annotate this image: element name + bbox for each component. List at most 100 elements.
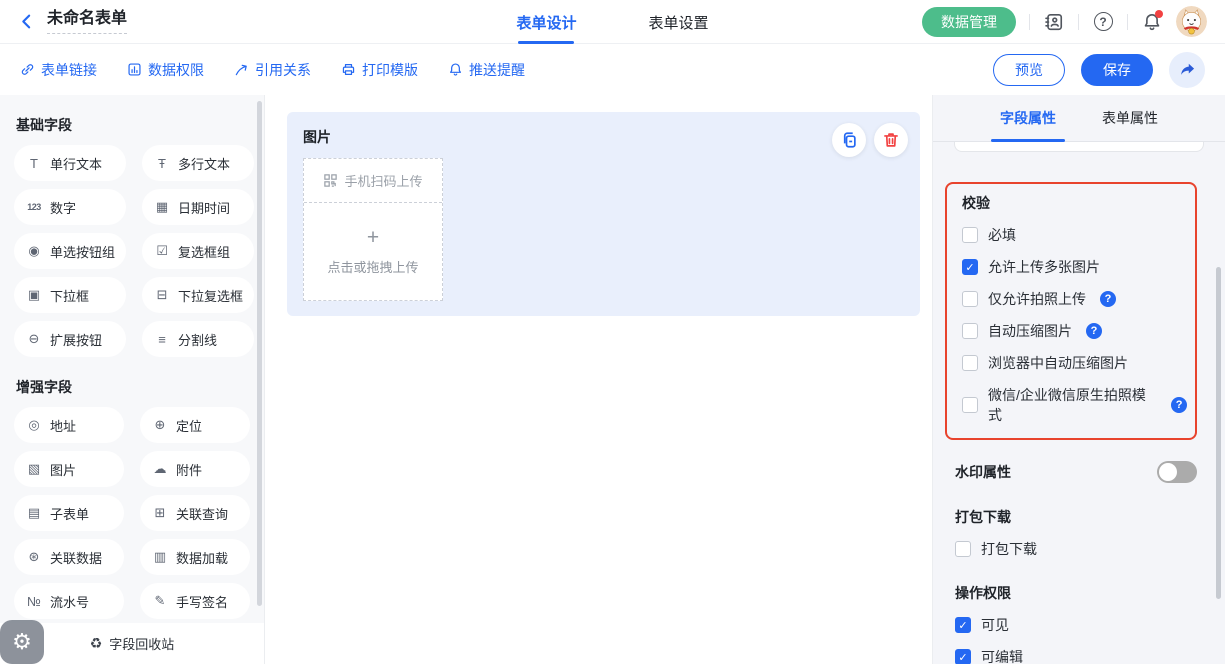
field-related-data[interactable]: ⊛关联数据 <box>14 539 124 575</box>
field-data-load[interactable]: ▥数据加载 <box>140 539 250 575</box>
checkbox-auto-compress-image[interactable]: ✓ 自动压缩图片 ? <box>962 321 1187 341</box>
tab-form-properties[interactable]: 表单属性 <box>1102 95 1158 141</box>
scrolled-input-remnant[interactable] <box>954 142 1204 152</box>
checkbox-box[interactable]: ✓ <box>962 291 978 307</box>
panel-scrollbar[interactable] <box>1216 267 1221 599</box>
field-single-line-text[interactable]: T单行文本 <box>14 145 126 181</box>
field-related-query[interactable]: ⊞关联查询 <box>140 495 250 531</box>
field-signature[interactable]: ✎手写签名 <box>140 583 250 619</box>
checkbox-box[interactable]: ✓ <box>955 541 971 557</box>
checkbox-group-icon: ☑ <box>153 243 171 259</box>
toolbar-item-data-permission[interactable]: 数据权限 <box>127 60 204 80</box>
field-checkbox-group[interactable]: ☑复选框组 <box>142 233 254 269</box>
back-icon[interactable] <box>18 13 35 30</box>
validation-section-highlight: 校验 ✓ 必填 ✓ 允许上传多张图片 ✓ 仅允许拍照上传 ? ✓ 自动压缩图片 <box>945 182 1197 440</box>
bell-icon <box>448 62 463 77</box>
checkbox-allow-multiple-images[interactable]: ✓ 允许上传多张图片 <box>962 257 1187 277</box>
watermark-section: 水印属性 <box>955 461 1197 483</box>
image-upload-widget: 手机扫码上传 + 点击或拖拽上传 <box>303 158 443 301</box>
qr-code-icon <box>323 173 338 188</box>
related-data-icon: ⊛ <box>25 549 43 565</box>
radio-group-icon: ◉ <box>25 243 43 259</box>
checkbox-package-download[interactable]: ✓ 打包下载 <box>955 539 1197 559</box>
help-icon[interactable]: ? <box>1100 291 1116 307</box>
help-icon[interactable]: ? <box>1092 11 1114 33</box>
field-divider-line[interactable]: ≡分割线 <box>142 321 254 357</box>
field-subform[interactable]: ▤子表单 <box>14 495 124 531</box>
watermark-section-title: 水印属性 <box>955 462 1011 482</box>
form-designer-app: 未命名表单 表单设计 表单设置 数据管理 ? <box>0 0 1225 664</box>
location-icon: ⊕ <box>151 417 169 433</box>
trash-icon <box>882 131 900 149</box>
serial-number-icon: № <box>25 594 43 609</box>
toolbar-item-print-template[interactable]: 打印模版 <box>341 60 418 80</box>
watermark-toggle[interactable] <box>1157 461 1197 483</box>
recycle-icon: ♻ <box>90 635 103 652</box>
help-icon[interactable]: ? <box>1171 397 1187 413</box>
toolbar-item-push-reminder[interactable]: 推送提醒 <box>448 60 525 80</box>
field-dropdown[interactable]: ▣下拉框 <box>14 277 126 313</box>
attachment-icon: ☁ <box>151 461 169 477</box>
checkbox-box[interactable]: ✓ <box>955 617 971 633</box>
checkbox-box[interactable]: ✓ <box>962 355 978 371</box>
tab-form-settings[interactable]: 表单设置 <box>649 0 709 44</box>
field-serial-number[interactable]: №流水号 <box>14 583 124 619</box>
tab-field-properties[interactable]: 字段属性 <box>1000 95 1056 141</box>
toolbar-item-form-link[interactable]: 表单链接 <box>20 60 97 80</box>
help-icon[interactable]: ? <box>1086 323 1102 339</box>
toolbar-item-reference-relation[interactable]: 引用关系 <box>234 60 311 80</box>
copy-field-button[interactable] <box>832 123 866 157</box>
data-manage-button[interactable]: 数据管理 <box>922 7 1016 37</box>
field-location[interactable]: ⊕定位 <box>140 407 250 443</box>
field-multi-dropdown[interactable]: ⊟下拉复选框 <box>142 277 254 313</box>
field-expand-button[interactable]: ⊖扩展按钮 <box>14 321 126 357</box>
top-header: 未命名表单 表单设计 表单设置 数据管理 ? <box>0 0 1225 44</box>
multi-dropdown-icon: ⊟ <box>153 287 171 303</box>
form-title[interactable]: 未命名表单 <box>47 9 127 33</box>
expand-button-icon: ⊖ <box>25 331 43 347</box>
checkbox-editable[interactable]: ✓ 可编辑 <box>955 647 1197 664</box>
checkbox-box[interactable]: ✓ <box>962 259 978 275</box>
notification-dot <box>1155 10 1163 18</box>
share-button[interactable] <box>1169 52 1205 88</box>
address-icon: ◎ <box>25 417 43 433</box>
form-canvas[interactable]: 图片 <box>265 95 932 664</box>
field-address[interactable]: ◎地址 <box>14 407 124 443</box>
click-or-drag-upload-area[interactable]: + 点击或拖拽上传 <box>304 203 442 300</box>
field-number[interactable]: 123数字 <box>14 189 126 225</box>
checkbox-camera-only-upload[interactable]: ✓ 仅允许拍照上传 ? <box>962 289 1187 309</box>
checkbox-browser-auto-compress[interactable]: ✓ 浏览器中自动压缩图片 <box>962 353 1187 373</box>
save-button[interactable]: 保存 <box>1081 54 1153 86</box>
checkbox-box[interactable]: ✓ <box>962 323 978 339</box>
field-datetime[interactable]: ▦日期时间 <box>142 189 254 225</box>
link-icon <box>20 62 35 77</box>
field-attachment[interactable]: ☁附件 <box>140 451 250 487</box>
number-icon: 123 <box>25 202 43 212</box>
checkbox-box[interactable]: ✓ <box>955 649 971 664</box>
preview-button[interactable]: 预览 <box>993 54 1065 86</box>
single-line-text-icon: T <box>25 156 43 171</box>
checkbox-box[interactable]: ✓ <box>962 397 978 413</box>
operation-permission-section: 操作权限 ✓ 可见 ✓ 可编辑 ✓ 可下载 <box>955 583 1197 664</box>
contacts-icon[interactable] <box>1043 11 1065 33</box>
printer-icon <box>341 62 356 77</box>
checkbox-wechat-native-camera-mode[interactable]: ✓ 微信/企业微信原生拍照模式 ? <box>962 385 1187 425</box>
field-multi-line-text[interactable]: Ŧ多行文本 <box>142 145 254 181</box>
checkbox-required[interactable]: ✓ 必填 <box>962 225 1187 245</box>
related-query-icon: ⊞ <box>151 505 169 521</box>
delete-field-button[interactable] <box>874 123 908 157</box>
field-image[interactable]: ▧图片 <box>14 451 124 487</box>
scan-upload-button[interactable]: 手机扫码上传 <box>304 159 442 203</box>
image-field-card[interactable]: 图片 <box>287 112 920 316</box>
sidebar-scrollbar[interactable] <box>257 101 262 606</box>
notification-bell-icon[interactable] <box>1141 11 1163 33</box>
settings-gear-button[interactable]: ⚙ <box>0 620 44 664</box>
checkbox-box[interactable]: ✓ <box>962 227 978 243</box>
tab-form-design[interactable]: 表单设计 <box>516 0 576 44</box>
gear-icon: ⚙ <box>12 629 32 655</box>
dropdown-icon: ▣ <box>25 287 43 303</box>
field-radio-group[interactable]: ◉单选按钮组 <box>14 233 126 269</box>
section-title-basic-fields: 基础字段 <box>16 115 250 135</box>
checkbox-visible[interactable]: ✓ 可见 <box>955 615 1197 635</box>
user-avatar[interactable] <box>1176 6 1207 37</box>
